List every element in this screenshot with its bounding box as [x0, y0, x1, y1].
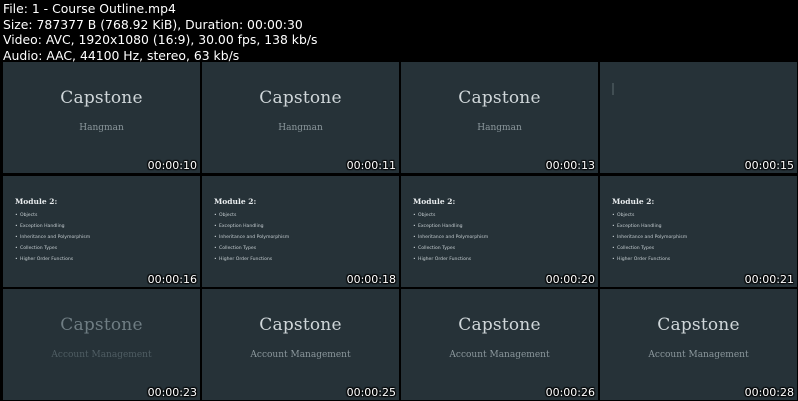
- slide-title: Capstone: [259, 88, 342, 108]
- timestamp: 00:00:15: [744, 159, 794, 172]
- slide-title: Capstone: [458, 315, 541, 335]
- module-topic: Inheritance and Polymorphism: [214, 235, 369, 240]
- thumbnail-3: Capstone Hangman 00:00:13: [401, 62, 598, 173]
- module-topic: Exception Handling: [214, 224, 369, 229]
- thumbnail-1: Capstone Hangman 00:00:10: [3, 62, 200, 173]
- slide-title: Capstone: [458, 88, 541, 108]
- module-title: Module 2:: [413, 197, 456, 206]
- slide-subtitle: Account Management: [449, 350, 550, 360]
- module-title: Module 2:: [214, 197, 257, 206]
- module-topic: Collection Types: [413, 246, 568, 251]
- thumbnail-12: Capstone Account Management 00:00:28: [600, 289, 797, 400]
- file-info-header: File: 1 - Course Outline.mp4 Size: 78737…: [3, 1, 795, 63]
- timestamp: 00:00:11: [346, 159, 396, 172]
- slide-subtitle: Account Management: [648, 350, 749, 360]
- module-topic: Inheritance and Polymorphism: [612, 235, 767, 240]
- module-topic: Objects: [413, 213, 568, 218]
- module-topic: Exception Handling: [413, 224, 568, 229]
- slide-title: Capstone: [60, 88, 143, 108]
- module-topic: Higher Order Functions: [612, 257, 767, 262]
- module-topic: Inheritance and Polymorphism: [15, 235, 170, 240]
- module-topic: Objects: [15, 213, 170, 218]
- slide-title: Capstone: [657, 315, 740, 335]
- module-topic: Objects: [612, 213, 767, 218]
- timestamp: 00:00:20: [545, 273, 595, 286]
- module-title: Module 2:: [15, 197, 58, 206]
- thumbnail-10: Capstone Account Management 00:00:25: [202, 289, 399, 400]
- thumbnail-11: Capstone Account Management 00:00:26: [401, 289, 598, 400]
- slide-subtitle: Hangman: [477, 123, 522, 133]
- thumbnail-grid: Capstone Hangman 00:00:10 Capstone Hangm…: [0, 62, 798, 401]
- thumbnail-9: Capstone Account Management 00:00:23: [3, 289, 200, 400]
- module-topic: Collection Types: [612, 246, 767, 251]
- thumbnail-8: Module 2: Objects Exception Handling Inh…: [600, 176, 797, 287]
- timestamp: 00:00:16: [147, 273, 197, 286]
- thumbnail-4: 00:00:15: [600, 62, 797, 173]
- timestamp: 00:00:25: [346, 386, 396, 399]
- timestamp: 00:00:28: [744, 386, 794, 399]
- file-size-line: Size: 787377 B (768.92 KiB), Duration: 0…: [3, 16, 303, 32]
- slide-subtitle: Account Management: [51, 350, 152, 360]
- module-title: Module 2:: [612, 197, 655, 206]
- slide-title: Capstone: [259, 315, 342, 335]
- module-topic: Exception Handling: [15, 224, 170, 229]
- module-topic: Higher Order Functions: [413, 257, 568, 262]
- timestamp: 00:00:18: [346, 273, 396, 286]
- timestamp: 00:00:13: [545, 159, 595, 172]
- module-topic: Higher Order Functions: [214, 257, 369, 262]
- slide-subtitle: Account Management: [250, 350, 351, 360]
- file-name-line: File: 1 - Course Outline.mp4: [3, 1, 176, 16]
- module-topic: Inheritance and Polymorphism: [413, 235, 568, 240]
- slide-subtitle: Hangman: [79, 123, 124, 133]
- module-topic: Exception Handling: [612, 224, 767, 229]
- thumbnail-5: Module 2: Objects Exception Handling Inh…: [3, 176, 200, 287]
- module-topic: Collection Types: [15, 246, 170, 251]
- slide-title: Capstone: [60, 315, 143, 335]
- video-info-line: Video: AVC, 1920x1080 (16:9), 30.00 fps,…: [3, 32, 318, 48]
- timestamp: 00:00:23: [147, 386, 197, 399]
- timestamp: 00:00:21: [744, 273, 794, 286]
- slide-subtitle: Hangman: [278, 123, 323, 133]
- thumbnail-2: Capstone Hangman 00:00:11: [202, 62, 399, 173]
- timestamp: 00:00:26: [545, 386, 595, 399]
- transition-artifact: [612, 83, 614, 95]
- timestamp: 00:00:10: [147, 159, 197, 172]
- thumbnail-6: Module 2: Objects Exception Handling Inh…: [202, 176, 399, 287]
- module-topic: Higher Order Functions: [15, 257, 170, 262]
- module-topic: Objects: [214, 213, 369, 218]
- thumbnail-7: Module 2: Objects Exception Handling Inh…: [401, 176, 598, 287]
- module-topic: Collection Types: [214, 246, 369, 251]
